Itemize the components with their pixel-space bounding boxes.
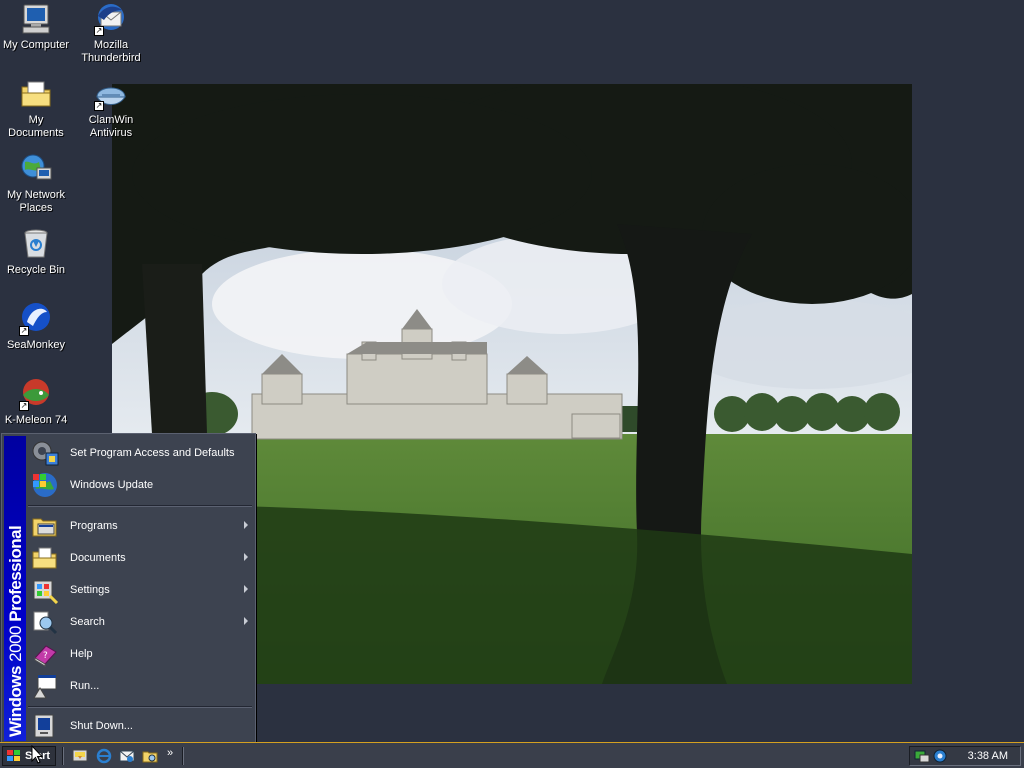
desktop-icon-label: Mozilla Thunderbird [81,39,141,64]
menu-item-label: Shut Down... [70,720,133,732]
quick-launch-explorer-icon[interactable] [142,748,158,764]
search-icon [33,611,58,635]
quick-launch-more-chevron[interactable]: » [167,747,173,759]
desktop-icon-recycle-bin[interactable]: Recycle Bin [0,227,72,277]
menu-item-help[interactable]: ? Help [28,639,254,669]
documents-icon [32,547,57,569]
menu-item-search[interactable]: Search [28,607,254,637]
menu-item-label: Search [70,616,105,628]
menu-separator [28,706,252,708]
taskbar-clock[interactable]: 3:38 AM [968,750,1008,762]
desktop-icon-my-documents[interactable]: My Documents [0,77,72,140]
menu-item-label: Programs [70,520,118,532]
start-menu: Windows 2000 Professional Set Program Ac… [1,433,256,744]
menu-item-set-program-access[interactable]: Set Program Access and Defaults [28,438,254,468]
desktop-icon-clamwin-antivirus[interactable]: ↗ ClamWin Antivirus [75,77,147,140]
start-button[interactable]: Start [2,746,56,766]
shortcut-arrow-icon: ↗ [94,26,104,36]
submenu-arrow-icon [244,617,248,625]
taskbar: Start » 3:38 AM [0,742,1024,768]
desktop-icon-label: My Documents [8,114,64,139]
desktop-icon-mozilla-thunderbird[interactable]: ↗ Mozilla Thunderbird [75,2,147,65]
windows-logo-icon [7,750,20,761]
menu-item-programs[interactable]: Programs [28,511,254,541]
menu-item-shut-down[interactable]: Shut Down... [28,711,254,741]
shortcut-arrow-icon: ↗ [94,101,104,111]
menu-item-settings[interactable]: Settings [28,575,254,605]
run-icon [33,674,57,699]
submenu-arrow-icon [244,521,248,529]
program-access-icon [32,441,59,466]
system-tray: 3:38 AM [909,746,1021,766]
menu-item-run[interactable]: Run... [28,671,254,701]
start-menu-banner: Windows 2000 Professional [4,436,26,741]
desktop-icon-label: ClamWin Antivirus [88,114,134,139]
desktop-icon-my-computer[interactable]: My Computer [0,2,72,52]
shortcut-arrow-icon: ↗ [19,401,29,411]
computer-icon [22,4,50,34]
shutdown-icon [34,714,54,738]
banner-version: 2000 [6,625,25,662]
network-connection-tray-icon[interactable] [914,749,930,763]
banner-windows: Windows [6,666,25,737]
svg-text:?: ? [43,651,48,661]
banner-edition: Professional [6,525,25,622]
shortcut-arrow-icon: ↗ [19,326,29,336]
menu-item-label: Settings [70,584,110,596]
menu-item-label: Set Program Access and Defaults [70,447,235,459]
mouse-cursor-icon [31,745,43,764]
help-icon: ? [34,645,57,667]
desktop-icon-kmeleon[interactable]: ↗ K-Meleon 74 [0,377,72,427]
network-icon [21,154,52,180]
desktop-icon-label: My Computer [2,39,70,51]
windows-update-icon [33,473,57,497]
desktop-icon-my-network-places[interactable]: My Network Places [0,152,72,215]
desktop-icon-label: My Network Places [6,189,66,214]
programs-icon [32,518,57,537]
settings-icon [33,580,59,605]
quick-launch-internet-explorer-icon[interactable] [96,748,112,764]
menu-item-label: Help [70,648,93,660]
taskbar-separator [182,747,184,765]
desktop-icon-seamonkey[interactable]: ↗ SeaMonkey [0,302,72,352]
quick-launch-outlook-express-icon[interactable] [119,748,135,764]
recycle-bin-icon [24,229,48,258]
menu-item-windows-update[interactable]: Windows Update [28,470,254,500]
antivirus-tray-icon[interactable] [932,749,948,763]
menu-item-documents[interactable]: Documents [28,543,254,573]
taskbar-separator [62,747,64,765]
submenu-arrow-icon [244,585,248,593]
quick-launch-show-desktop-icon[interactable] [72,748,88,764]
menu-separator [28,505,252,507]
submenu-arrow-icon [244,553,248,561]
menu-item-label: Documents [70,552,126,564]
desktop-icon-label: Recycle Bin [6,264,66,276]
desktop-icon-label: SeaMonkey [6,339,66,351]
menu-item-label: Windows Update [70,479,154,491]
menu-item-label: Run... [70,680,100,692]
folder-icon [21,81,51,107]
desktop-icon-label: K-Meleon 74 [4,414,68,426]
